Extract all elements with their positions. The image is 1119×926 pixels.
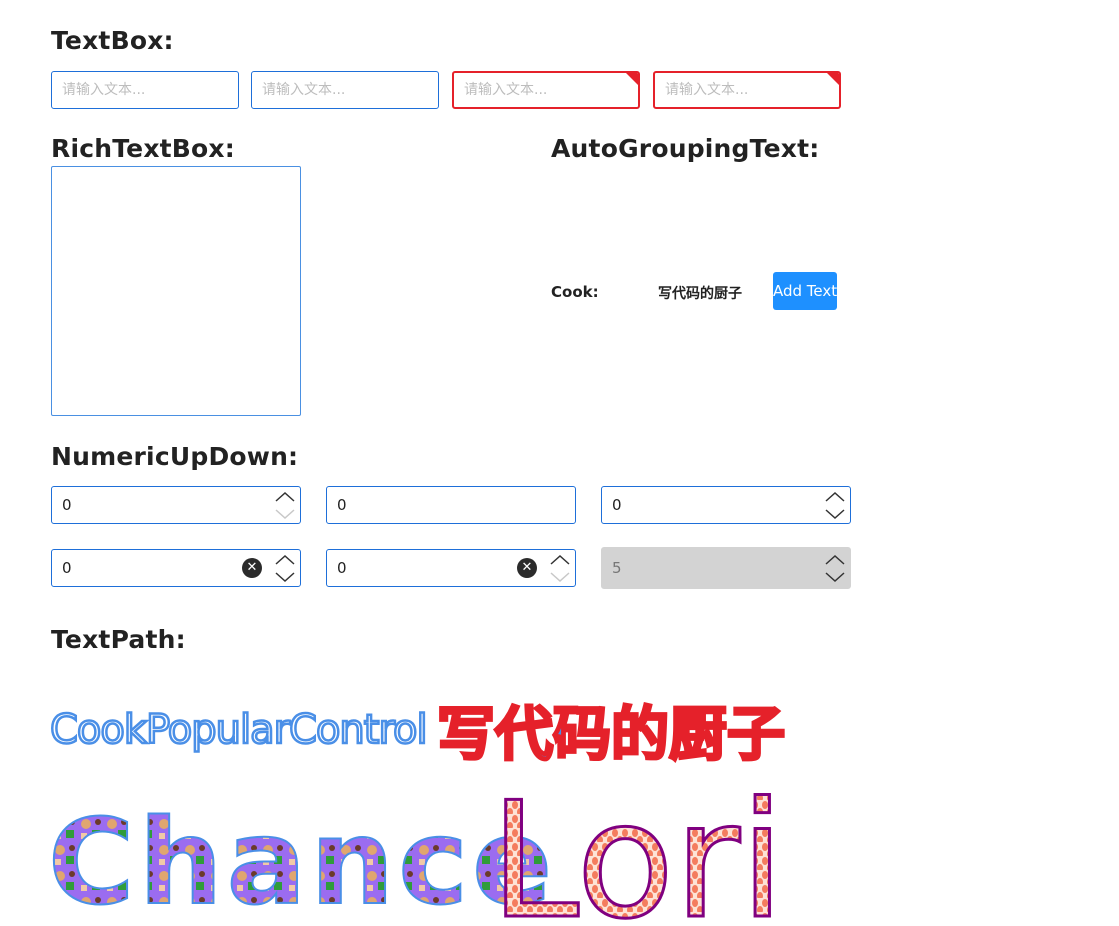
rich-text-box[interactable] (51, 166, 301, 416)
chevron-down-icon (275, 509, 295, 520)
textpath-cookpopularcontrol: CookPopularControl (50, 707, 427, 753)
textpath-chance: Chance (48, 793, 556, 926)
section-title-textpath: TextPath: (51, 625, 186, 654)
textbox-4-error[interactable]: 请输入文本... (653, 71, 841, 109)
textpath-lori: Lori (490, 767, 784, 926)
numeric-updown-5[interactable]: 0 ✕ (326, 549, 576, 587)
add-text-button[interactable]: Add Text (773, 272, 837, 310)
chevron-down-icon (825, 572, 845, 583)
numeric-value: 0 (337, 559, 347, 577)
chevron-up-icon (550, 554, 570, 565)
numeric-value: 0 (612, 496, 622, 514)
cook-label: Cook: (551, 283, 599, 301)
chevron-down-icon (275, 572, 295, 583)
clear-icon[interactable]: ✕ (517, 558, 537, 578)
clear-icon[interactable]: ✕ (242, 558, 262, 578)
chevron-up-icon (825, 554, 845, 565)
chevron-down-icon (550, 572, 570, 583)
numeric-updown-2[interactable]: 0 (326, 486, 576, 524)
numeric-value: 0 (62, 559, 72, 577)
numeric-updown-3[interactable]: 0 (601, 486, 851, 524)
numeric-updown-4[interactable]: 0 ✕ (51, 549, 301, 587)
chevron-up-icon (825, 491, 845, 502)
textpath-canvas: CookPopularControl 写代码的厨子 Chance Lori (47, 699, 787, 926)
numeric-value: 0 (62, 496, 72, 514)
numeric-value: 5 (612, 559, 622, 577)
chevron-up-icon (275, 554, 295, 565)
numeric-value: 0 (337, 496, 347, 514)
textbox-3-error[interactable]: 请输入文本... (452, 71, 640, 109)
textpath-chinese: 写代码的厨子 (437, 700, 785, 768)
spinner[interactable] (549, 552, 571, 584)
section-title-numeric: NumericUpDown: (51, 442, 299, 471)
section-title-autogrouping: AutoGroupingText: (551, 134, 820, 163)
chevron-up-icon (275, 491, 295, 502)
spinner[interactable] (274, 489, 296, 521)
spinner[interactable] (274, 552, 296, 584)
numeric-updown-1[interactable]: 0 (51, 486, 301, 524)
chevron-down-icon (825, 509, 845, 520)
textbox-2[interactable]: 请输入文本... (251, 71, 439, 109)
section-title-textbox: TextBox: (51, 26, 174, 55)
section-title-richtextbox: RichTextBox: (51, 134, 235, 163)
spinner (824, 552, 846, 584)
numeric-updown-6-disabled: 5 (601, 547, 851, 589)
spinner[interactable] (824, 489, 846, 521)
cook-value: 写代码的厨子 (658, 286, 742, 302)
textbox-1[interactable]: 请输入文本... (51, 71, 239, 109)
